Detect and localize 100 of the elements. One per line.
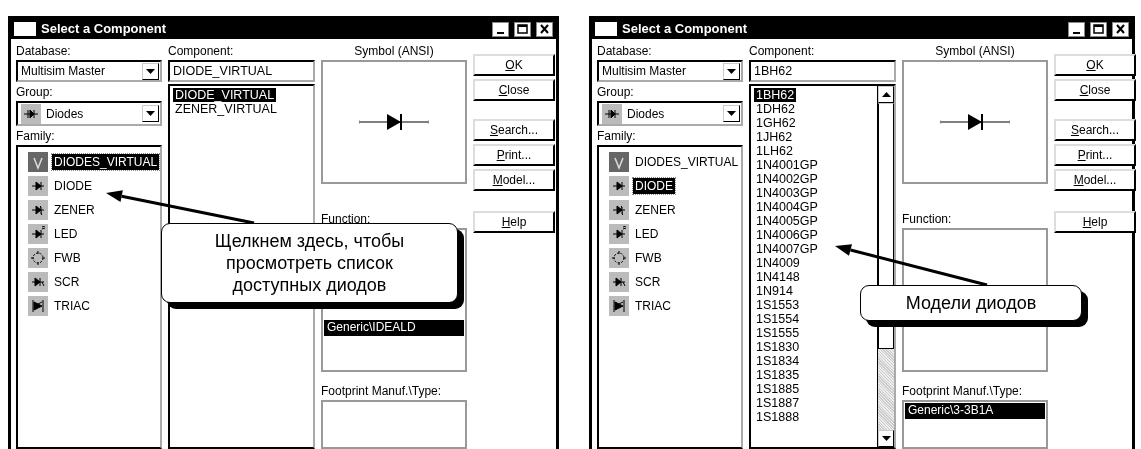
- list-item[interactable]: 1N4003GP: [754, 186, 820, 200]
- dropdown-button[interactable]: [723, 105, 740, 122]
- led-icon: [609, 224, 629, 244]
- database-dropdown[interactable]: Multisim Master: [597, 60, 743, 82]
- family-item[interactable]: ZENER: [633, 202, 678, 218]
- list-item[interactable]: 1S1835: [754, 368, 802, 382]
- field-label: Function:: [321, 212, 372, 226]
- diode-icon: [609, 176, 629, 196]
- family-item[interactable]: LED: [633, 226, 661, 242]
- maximize-icon: [517, 24, 528, 34]
- family-item[interactable]: DIODES_VIRTUAL: [633, 154, 741, 170]
- scroll-down-button[interactable]: [878, 430, 894, 447]
- field-label: Family:: [597, 129, 637, 143]
- list-item[interactable]: 1DH62: [754, 102, 797, 116]
- close-icon: [539, 24, 550, 34]
- list-item[interactable]: 1N4002GP: [754, 172, 820, 186]
- close-button[interactable]: [536, 21, 553, 37]
- database-dropdown[interactable]: Multisim Master: [16, 60, 162, 82]
- v-icon: [609, 152, 629, 172]
- family-item[interactable]: TRIAC: [633, 298, 673, 314]
- list-item[interactable]: 1S1834: [754, 354, 802, 368]
- family-item[interactable]: DIODE: [52, 178, 94, 194]
- dialog-button[interactable]: Search...: [473, 119, 555, 141]
- list-item[interactable]: 1S1555: [754, 326, 802, 340]
- dialog-button[interactable]: Close: [473, 79, 555, 101]
- list-item[interactable]: 1GH62: [754, 116, 798, 130]
- triac-icon: [609, 296, 629, 316]
- dialog-button[interactable]: Help: [1054, 211, 1136, 233]
- dialog-button[interactable]: Close: [1054, 79, 1136, 101]
- list-item[interactable]: 1S1885: [754, 382, 802, 396]
- family-item[interactable]: ZENER: [52, 202, 97, 218]
- thyristor-icon: [28, 272, 48, 292]
- dialog-button[interactable]: OK: [1054, 54, 1136, 76]
- family-item[interactable]: DIODES_VIRTUAL: [52, 154, 160, 170]
- window-icon: [14, 22, 36, 36]
- minimize-button[interactable]: [1068, 21, 1085, 37]
- thyristor-icon: [609, 272, 629, 292]
- down-arrow-icon: [727, 111, 736, 116]
- list-item[interactable]: 1S1553: [754, 298, 802, 312]
- maximize-button[interactable]: [514, 21, 531, 37]
- down-arrow-icon: [146, 111, 155, 116]
- component-field[interactable]: DIODE_VIRTUAL: [168, 60, 315, 82]
- dropdown-button[interactable]: [723, 62, 740, 80]
- list-item[interactable]: 1N914: [754, 284, 795, 298]
- family-item[interactable]: FWB: [52, 250, 83, 266]
- selected-row[interactable]: Generic\IDEALD: [324, 320, 464, 336]
- maximize-button[interactable]: [1090, 21, 1107, 37]
- list-item[interactable]: 1N4004GP: [754, 200, 820, 214]
- diode-icon: [602, 103, 622, 124]
- list-item[interactable]: 1N4001GP: [754, 158, 820, 172]
- dropdown-button[interactable]: [142, 62, 159, 80]
- window-icon: [595, 22, 617, 36]
- zener-diode-icon: [609, 200, 629, 220]
- selected-row[interactable]: Generic\3-3B1A: [905, 403, 1045, 419]
- field-label: Footprint Manuf.\Type:: [321, 384, 443, 398]
- list-item[interactable]: DIODE_VIRTUAL: [173, 88, 277, 102]
- scroll-up-button[interactable]: [878, 86, 894, 103]
- down-arrow-icon: [727, 68, 736, 74]
- triac-icon: [28, 296, 48, 316]
- dialog-button[interactable]: Model...: [1054, 169, 1136, 191]
- dialog-button[interactable]: Search...: [1054, 119, 1136, 141]
- field-label: Group:: [597, 85, 635, 99]
- dialog-button[interactable]: OK: [473, 54, 555, 76]
- list-item[interactable]: 1S1830: [754, 340, 802, 354]
- dialog-button[interactable]: Model...: [473, 169, 555, 191]
- list-item[interactable]: ZENER_VIRTUAL: [173, 102, 279, 116]
- group-dropdown[interactable]: Diodes: [16, 101, 162, 126]
- list-item[interactable]: 1N4009: [754, 256, 802, 270]
- led-icon: [28, 224, 48, 244]
- field-label: Group:: [16, 85, 54, 99]
- list-item[interactable]: 1JH62: [754, 130, 795, 144]
- group-dropdown[interactable]: Diodes: [597, 101, 743, 126]
- list-item[interactable]: 1S1554: [754, 312, 802, 326]
- component-field[interactable]: 1BH62: [749, 60, 896, 82]
- list-item[interactable]: 1S1888: [754, 410, 802, 424]
- family-item[interactable]: SCR: [633, 274, 663, 290]
- family-item[interactable]: FWB: [633, 250, 664, 266]
- dialog-button[interactable]: Print...: [1054, 144, 1136, 166]
- list-item[interactable]: 1N4006GP: [754, 228, 820, 242]
- list-item[interactable]: 1LH62: [754, 144, 795, 158]
- minimize-icon: [1073, 32, 1080, 34]
- list-item[interactable]: 1N4005GP: [754, 214, 820, 228]
- family-item[interactable]: DIODE: [633, 178, 675, 194]
- family-item[interactable]: TRIAC: [52, 298, 92, 314]
- dialog-button[interactable]: Print...: [473, 144, 555, 166]
- window-title: Select a Component: [41, 22, 167, 36]
- dropdown-button[interactable]: [142, 105, 159, 122]
- list-item[interactable]: 1N4148: [754, 270, 802, 284]
- close-button[interactable]: [1112, 21, 1129, 37]
- field-label: Database:: [16, 44, 72, 58]
- minimize-button[interactable]: [492, 21, 509, 37]
- family-item[interactable]: SCR: [52, 274, 82, 290]
- dialog-button[interactable]: Help: [473, 211, 555, 233]
- v-icon: [28, 152, 48, 172]
- field-label: Database:: [597, 44, 653, 58]
- family-item[interactable]: LED: [52, 226, 80, 242]
- list-item[interactable]: 1S1887: [754, 396, 802, 410]
- list-item[interactable]: 1N4007GP: [754, 242, 820, 256]
- field-label: Family:: [16, 129, 56, 143]
- list-item[interactable]: 1BH62: [754, 88, 797, 102]
